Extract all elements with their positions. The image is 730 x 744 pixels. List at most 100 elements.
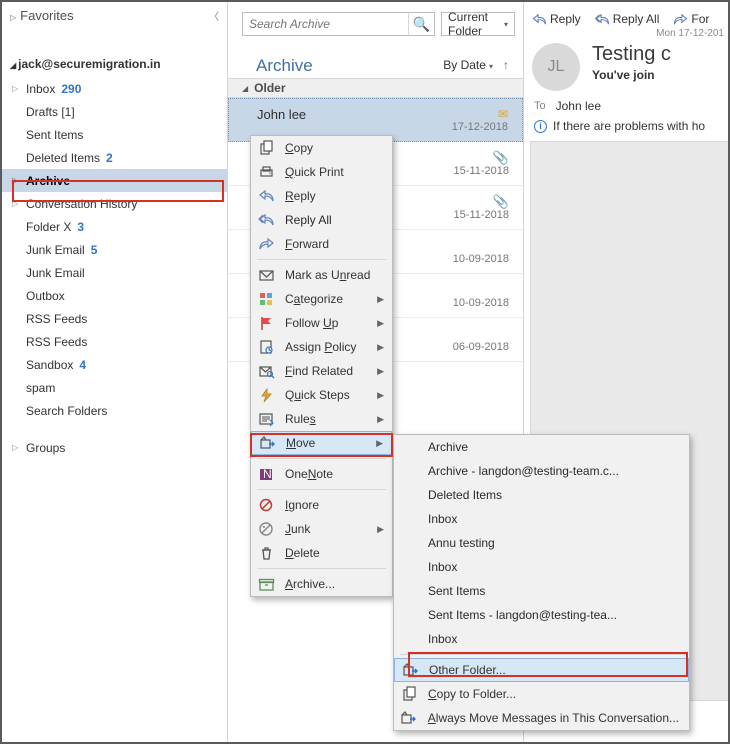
info-bar[interactable]: i If there are problems with ho (524, 115, 730, 137)
menu-item-rules[interactable]: Rules▶ (251, 407, 392, 431)
favorites-header[interactable]: ▷Favorites 〈 (2, 2, 227, 28)
folder-name: spam (26, 381, 55, 395)
submenu-item-label: Inbox (428, 512, 679, 526)
folder-item-conversation-history[interactable]: ▷ Conversation History (2, 192, 227, 215)
menu-item-copy[interactable]: Copy (251, 136, 392, 160)
search-icon[interactable]: 🔍 (408, 13, 434, 35)
reply-all-button[interactable]: Reply All (595, 12, 660, 26)
submenu-arrow-icon: ▶ (377, 366, 384, 377)
menu-item-move[interactable]: Move▶ (251, 431, 392, 455)
chevron-down-icon: ▾ (489, 62, 493, 71)
menu-item-replyall[interactable]: Reply All (251, 208, 392, 232)
submenu-item[interactable]: Always Move Messages in This Conversatio… (394, 706, 689, 730)
menu-item-reply[interactable]: Reply (251, 184, 392, 208)
reply-button[interactable]: Reply (532, 12, 581, 26)
submenu-item[interactable]: Sent Items (394, 579, 689, 603)
submenu-item[interactable]: Archive (394, 435, 689, 459)
menu-item-label: Rules (285, 412, 382, 426)
folder-item-rss-feeds[interactable]: RSS Feeds (2, 330, 227, 353)
submenu-item-label: Archive (428, 440, 679, 454)
submenu-item[interactable]: Other Folder... (394, 658, 689, 682)
bolt-icon (257, 386, 275, 404)
folder-name: Archive (26, 174, 70, 188)
policy-icon (257, 338, 275, 356)
submenu-item[interactable]: Copy to Folder... (394, 682, 689, 706)
folder-item-deleted-items[interactable]: Deleted Items2 (2, 146, 227, 169)
submenu-item[interactable]: Inbox (394, 627, 689, 651)
search-box[interactable]: 🔍 (242, 12, 435, 36)
group-header[interactable]: ◢ Older (228, 78, 523, 98)
menu-item-label: Ignore (285, 498, 382, 512)
sort-dropdown[interactable]: By Date ▾ (443, 58, 493, 72)
message-date: 06-09-2018 (453, 341, 509, 353)
menu-item-label: Assign Policy (285, 340, 382, 354)
submenu-item[interactable]: Inbox (394, 555, 689, 579)
folder-item-outbox[interactable]: Outbox (2, 284, 227, 307)
menu-item-label: Junk (285, 522, 382, 536)
menu-item-label: Copy (285, 141, 382, 155)
submenu-item-label: Inbox (428, 632, 679, 646)
menu-item-quicksteps[interactable]: Quick Steps▶ (251, 383, 392, 407)
account-header[interactable]: ◢jack@securemigration.in (2, 48, 227, 77)
folder-item-archive[interactable]: ▷ Archive (2, 169, 227, 192)
folder-item-spam[interactable]: spam (2, 376, 227, 399)
chevron-right-icon: ▷ (10, 13, 16, 22)
submenu-item[interactable]: Sent Items - langdon@testing-tea... (394, 603, 689, 627)
unread-icon: ✉ (498, 107, 508, 121)
onenote-icon (257, 465, 275, 483)
unread-badge: 2 (106, 151, 113, 165)
submenu-item[interactable]: Archive - langdon@testing-team.c... (394, 459, 689, 483)
folder-item-junk-email[interactable]: Junk Email (2, 261, 227, 284)
search-scope-dropdown[interactable]: Current Folder ▾ (441, 12, 515, 36)
copy-icon (257, 139, 275, 157)
search-input[interactable] (243, 13, 408, 35)
submenu-item-label: Deleted Items (428, 488, 679, 502)
move-submenu: Archive Archive - langdon@testing-team.c.… (393, 434, 690, 731)
folder-item-rss-feeds[interactable]: RSS Feeds (2, 307, 227, 330)
folder-item-drafts-1-[interactable]: Drafts [1] (2, 100, 227, 123)
menu-item-assignpolicy[interactable]: Assign Policy▶ (251, 335, 392, 359)
chevron-right-icon: ▷ (12, 176, 18, 185)
attachment-icon: 📎 (493, 150, 509, 166)
blank-icon (400, 606, 418, 624)
submenu-item[interactable]: Annu testing (394, 531, 689, 555)
to-recipient[interactable]: John lee (556, 99, 601, 113)
chevron-down-icon: ◢ (242, 84, 248, 93)
groups-header[interactable]: ▷ Groups (2, 436, 227, 459)
folder-item-folder-x[interactable]: Folder X3 (2, 215, 227, 238)
menu-item-findrelated[interactable]: Find Related▶ (251, 359, 392, 383)
folder-item-inbox[interactable]: ▷Inbox290 (2, 77, 227, 100)
menu-item-markunread[interactable]: Mark as Unread (251, 263, 392, 287)
collapse-icon[interactable]: 〈 (209, 8, 219, 23)
menu-item-archive[interactable]: Archive... (251, 572, 392, 596)
folder-item-junk-email[interactable]: Junk Email5 (2, 238, 227, 261)
submenu-item-label: Always Move Messages in This Conversatio… (428, 711, 679, 725)
forward-button[interactable]: For (673, 12, 709, 26)
menu-item-label: Quick Steps (285, 388, 382, 402)
archivebox-icon (257, 575, 275, 593)
move-icon (258, 434, 276, 452)
submenu-item[interactable]: Inbox (394, 507, 689, 531)
chevron-down-icon: ◢ (10, 61, 16, 70)
submenu-item[interactable]: Deleted Items (394, 483, 689, 507)
folder-item-sent-items[interactable]: Sent Items (2, 123, 227, 146)
folder-name: Conversation History (26, 197, 137, 211)
menu-item-onenote[interactable]: OneNote (251, 462, 392, 486)
menu-item-ignore[interactable]: Ignore (251, 493, 392, 517)
menu-item-label: Forward (285, 237, 382, 251)
chevron-right-icon: ▷ (12, 199, 18, 208)
menu-item-forward[interactable]: Forward (251, 232, 392, 256)
menu-item-label: Reply All (285, 213, 382, 227)
menu-item-delete[interactable]: Delete (251, 541, 392, 565)
submenu-item-label: Sent Items (428, 584, 679, 598)
message-date: Mon 17-12-201 (524, 26, 730, 39)
group-label: Older (254, 81, 285, 95)
menu-item-quickprint[interactable]: Quick Print (251, 160, 392, 184)
menu-item-followup[interactable]: Follow Up▶ (251, 311, 392, 335)
menu-item-junk[interactable]: Junk▶ (251, 517, 392, 541)
sort-direction-button[interactable]: ↑ (503, 58, 509, 72)
folder-name: Search Folders (26, 404, 107, 418)
folder-item-sandbox[interactable]: Sandbox4 (2, 353, 227, 376)
menu-item-categorize[interactable]: Categorize▶ (251, 287, 392, 311)
folder-item-search-folders[interactable]: Search Folders (2, 399, 227, 422)
